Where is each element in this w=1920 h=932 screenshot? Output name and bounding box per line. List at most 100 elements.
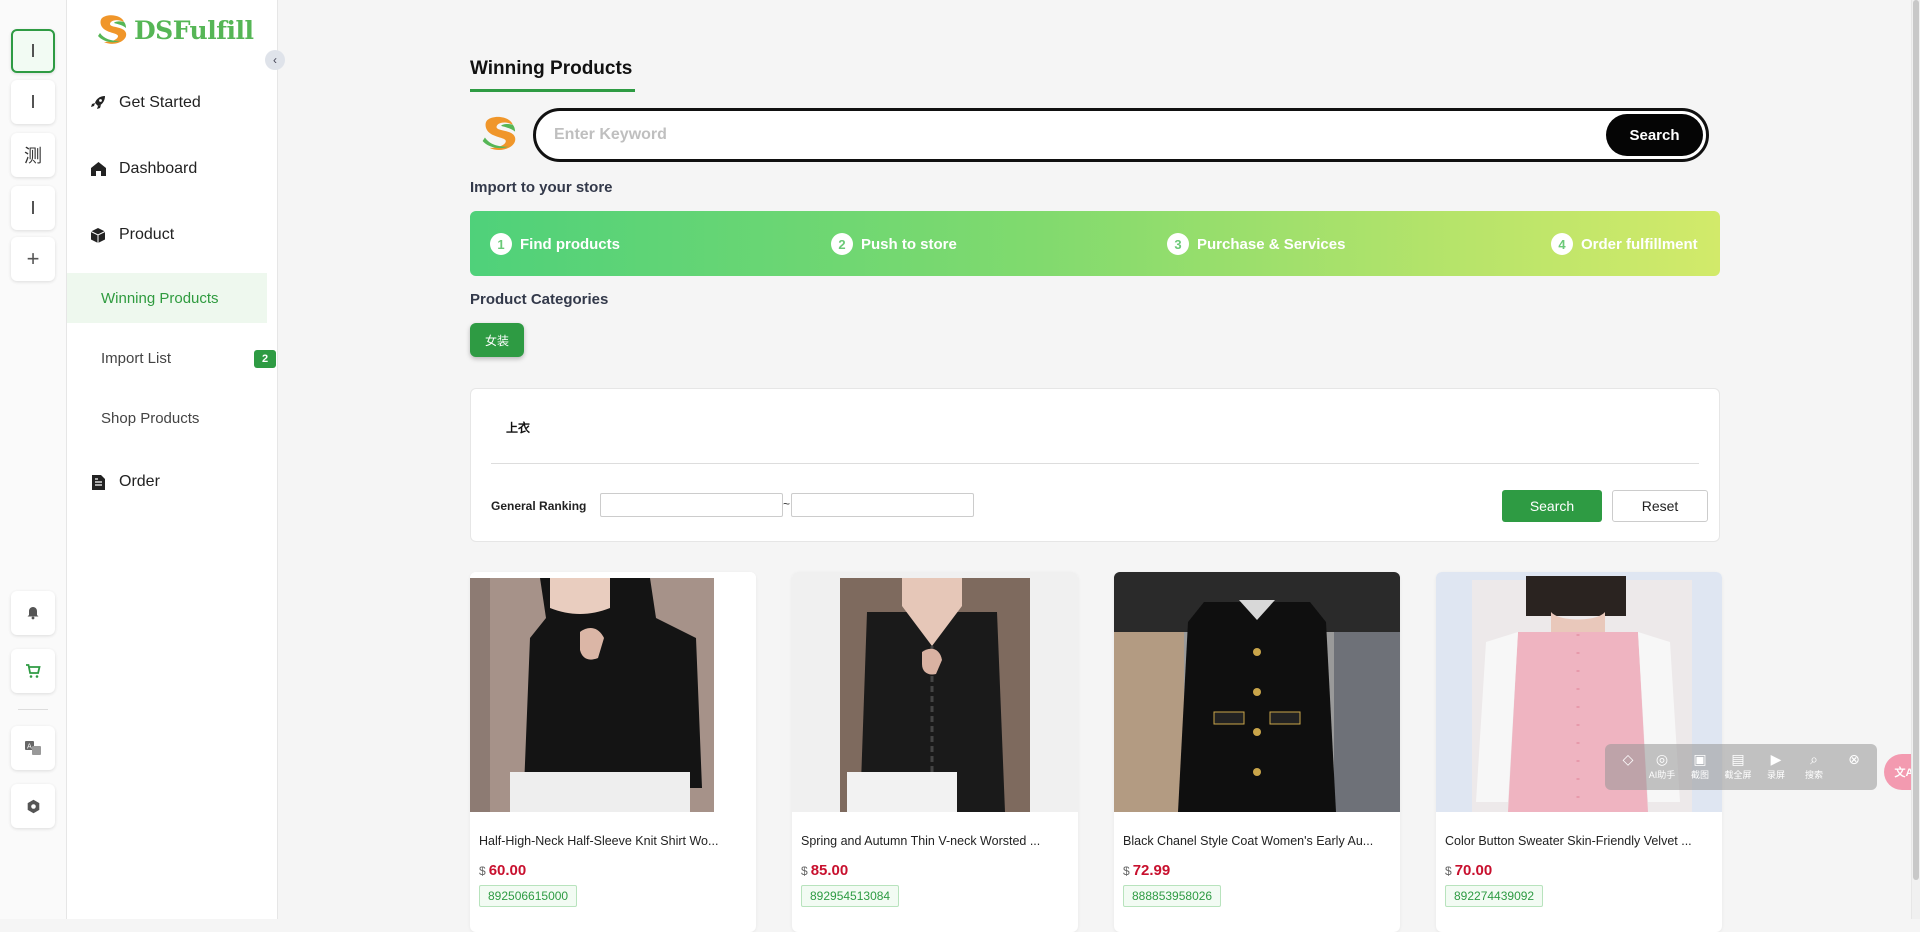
box-icon — [89, 226, 107, 244]
step-find-products: 1 Find products — [490, 233, 620, 255]
nav-label: Winning Products — [101, 289, 219, 307]
step-push-to-store: 2 Push to store — [831, 233, 957, 255]
rocket-icon — [89, 94, 107, 112]
nav-label: Get Started — [119, 94, 201, 111]
search-tool-button[interactable]: ⌕ 搜索 — [1797, 750, 1831, 781]
general-ranking-label: General Ranking — [491, 499, 587, 513]
filter-panel: 上衣 General Ranking ~ Search Reset — [470, 388, 1720, 542]
price-value: 70.00 — [1454, 862, 1493, 879]
gear-icon — [27, 799, 39, 813]
search-logo-icon — [482, 116, 516, 151]
price-value: 85.00 — [810, 862, 849, 879]
price-value: 60.00 — [488, 862, 527, 879]
workspace-label: I — [30, 197, 36, 218]
close-toolbar-button[interactable]: ⊗ — [1837, 750, 1871, 768]
search-input[interactable] — [554, 123, 1554, 147]
product-sku: 892954513084 — [801, 885, 900, 907]
filter-search-button[interactable]: Search — [1502, 490, 1602, 522]
workspace-label: 测 — [24, 146, 42, 166]
step-number: 3 — [1167, 233, 1189, 255]
filter-divider — [491, 463, 1699, 464]
subcategory-tops[interactable]: 上衣 — [506, 419, 530, 436]
product-image[interactable] — [1114, 572, 1400, 812]
nav-winning-products[interactable]: Winning Products — [67, 273, 267, 323]
nav-label: Import List — [101, 349, 172, 367]
workspace-label: I — [30, 40, 36, 61]
product-card[interactable]: Spring and Autumn Thin V-neck Worsted ..… — [792, 572, 1078, 932]
workspace-button-3[interactable]: 测 — [11, 133, 55, 177]
price-value: 72.99 — [1132, 862, 1171, 879]
nav-product[interactable]: Product — [67, 210, 278, 260]
product-title[interactable]: Spring and Autumn Thin V-neck Worsted ..… — [801, 834, 1069, 848]
dsfulfill-logo-icon — [98, 15, 127, 44]
cart-icon — [26, 664, 41, 678]
product-price: $72.99 — [1123, 862, 1170, 879]
workspace-label: I — [30, 91, 36, 112]
tab-winning-products[interactable]: Winning Products — [470, 58, 632, 80]
filter-reset-button[interactable]: Reset — [1612, 490, 1708, 522]
toolbar-label: AI助手 — [1648, 770, 1676, 780]
product-title[interactable]: Black Chanel Style Coat Women's Early Au… — [1123, 834, 1391, 848]
currency-symbol: $ — [801, 864, 808, 878]
workspace-button-4[interactable]: I — [11, 186, 55, 230]
svg-text:A: A — [27, 743, 32, 751]
floating-toolbar: ◇ ◎ AI助手 ▣ 截图 ▤ 截全屏 ▶ 录屏 ⌕ 搜索 ⊗ — [1605, 744, 1877, 790]
nav-shop-products[interactable]: Shop Products — [67, 393, 267, 443]
settings-button[interactable] — [11, 784, 55, 828]
nav-label: Dashboard — [119, 160, 198, 177]
range-separator: ~ — [783, 497, 791, 511]
add-workspace-button[interactable]: + — [11, 237, 55, 281]
ai-icon: ◎ — [1655, 751, 1669, 767]
toolbar-label: 录屏 — [1766, 770, 1785, 780]
page-scrollbar[interactable] — [1911, 0, 1920, 919]
product-price: $70.00 — [1445, 862, 1492, 879]
product-image[interactable] — [470, 572, 756, 812]
nav-label: Order — [119, 473, 160, 490]
home-icon — [89, 160, 107, 178]
close-icon: ⊗ — [1848, 751, 1860, 767]
plus-icon: + — [26, 246, 40, 271]
nav-import-list[interactable]: Import List 2 — [67, 333, 276, 383]
nav-order[interactable]: Order — [67, 457, 278, 507]
rail-divider — [18, 709, 48, 710]
nav-dashboard[interactable]: Dashboard — [67, 144, 278, 194]
cart-button[interactable] — [11, 649, 55, 693]
nav-label: Shop Products — [101, 409, 200, 427]
record-screen-button[interactable]: ▶ 录屏 — [1759, 750, 1793, 781]
product-title[interactable]: Color Button Sweater Skin-Friendly Velve… — [1445, 834, 1713, 848]
workspace-button-2[interactable]: I — [11, 80, 55, 124]
screenshot-button[interactable]: ▣ 截图 — [1683, 750, 1717, 781]
brand-name: DSFulfill — [134, 15, 254, 45]
shield-icon[interactable]: ◇ — [1611, 750, 1645, 768]
nav-get-started[interactable]: Get Started — [67, 78, 278, 128]
search-icon: ⌕ — [1810, 751, 1818, 767]
categories-title: Product Categories — [470, 291, 609, 308]
ranking-max-input[interactable] — [791, 493, 974, 517]
workspace-button-1[interactable]: I — [11, 29, 55, 73]
product-image[interactable] — [792, 572, 1078, 812]
step-number: 2 — [831, 233, 853, 255]
step-number: 1 — [490, 233, 512, 255]
toolbar-label: 搜索 — [1804, 770, 1823, 780]
notification-button[interactable] — [11, 591, 55, 635]
ai-assistant-button[interactable]: ◎ AI助手 — [1645, 750, 1679, 781]
product-card[interactable]: Black Chanel Style Coat Women's Early Au… — [1114, 572, 1400, 932]
ranking-min-input[interactable] — [600, 493, 783, 517]
product-sku: 892274439092 — [1445, 885, 1544, 907]
nav-label: Product — [119, 226, 175, 243]
scrollbar-thumb[interactable] — [1913, 0, 1919, 880]
product-sku: 892506615000 — [479, 885, 578, 907]
category-womens-wear-button[interactable]: 女装 — [470, 323, 524, 357]
brand-logo[interactable]: DSFulfill — [94, 12, 254, 48]
camera-icon: ▣ — [1693, 751, 1707, 767]
search-button[interactable]: Search — [1606, 114, 1703, 156]
step-purchase-services: 3 Purchase & Services — [1167, 233, 1345, 255]
translate-button[interactable]: A — [11, 726, 55, 770]
currency-symbol: $ — [479, 864, 486, 878]
product-title[interactable]: Half-High-Neck Half-Sleeve Knit Shirt Wo… — [479, 834, 747, 848]
fullscreen-capture-button[interactable]: ▤ 截全屏 — [1721, 750, 1755, 781]
bell-icon — [27, 607, 39, 620]
translate-icon: A — [25, 741, 41, 755]
product-card[interactable]: Half-High-Neck Half-Sleeve Knit Shirt Wo… — [470, 572, 756, 932]
currency-symbol: $ — [1445, 864, 1452, 878]
